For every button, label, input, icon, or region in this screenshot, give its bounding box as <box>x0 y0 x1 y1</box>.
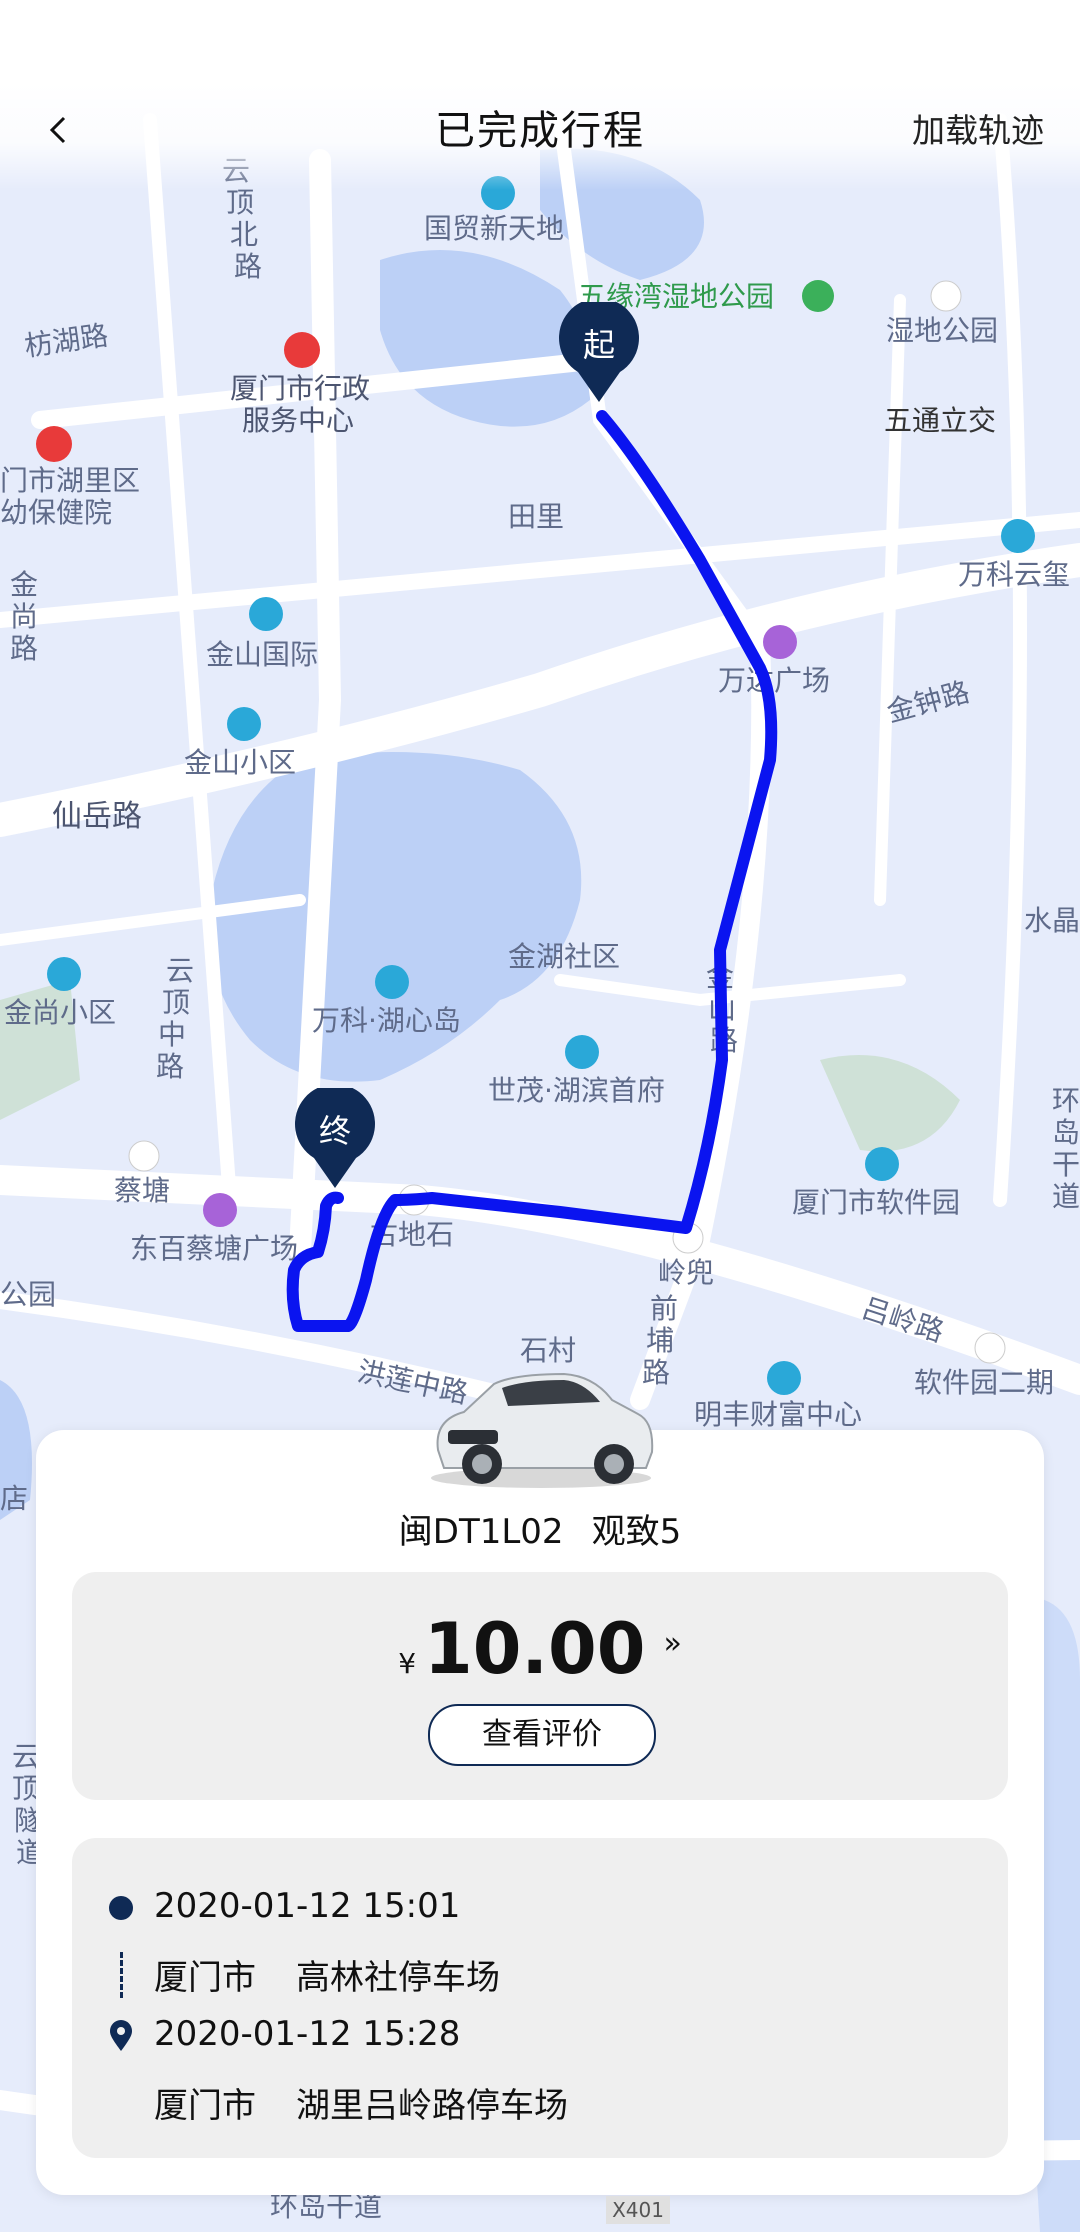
end-time: 2020-01-12 15:28 <box>154 2014 461 2054</box>
poi-building-icon <box>865 1147 899 1181</box>
poi-building-icon <box>565 1035 599 1069</box>
map-label: 金山小区 <box>184 746 296 779</box>
start-place: 高林社停车场 <box>296 1958 500 1998</box>
poi-star-icon <box>284 332 320 368</box>
start-time: 2020-01-12 15:01 <box>154 1886 461 1926</box>
road-badge: X401 <box>606 2196 670 2224</box>
map-label: 服务中心 <box>242 404 354 437</box>
map-label: 五通立交 <box>884 404 996 437</box>
map-label: 幼保健院 <box>0 496 112 529</box>
poi-building-icon <box>1001 519 1035 553</box>
poi-metro-icon <box>128 1140 160 1172</box>
fare-amount: 10.00 <box>424 1608 646 1690</box>
map-label: 门市湖里区 <box>0 464 140 497</box>
end-place: 湖里吕岭路停车场 <box>296 2086 568 2126</box>
poi-hospital-icon <box>36 426 72 462</box>
poi-building-icon <box>767 1361 801 1395</box>
map-label: 公园 <box>0 1278 56 1311</box>
map-label: 东百蔡塘广场 <box>130 1232 298 1265</box>
map-label: 万达广场 <box>718 664 830 697</box>
map-label: 软件园二期 <box>914 1366 1054 1399</box>
end-location: 厦门市 湖里吕岭路停车场 <box>154 2078 568 2127</box>
end-city: 厦门市 <box>154 2086 256 2126</box>
currency-symbol: ¥ <box>398 1647 417 1680</box>
poi-building-icon <box>47 957 81 991</box>
map-label: 世茂·湖滨首府 <box>488 1074 665 1107</box>
route-dash-icon <box>120 1952 123 1998</box>
poi-shop-icon <box>763 625 797 659</box>
poi-building-icon <box>375 965 409 999</box>
vehicle-info: 闽DT1L02 观致5 <box>0 1504 1080 1553</box>
start-dot-icon <box>109 1896 133 1920</box>
end-marker-label: 终 <box>318 1112 351 1150</box>
end-marker: 终 <box>292 1083 378 1192</box>
start-city: 厦门市 <box>154 1958 256 1998</box>
map-label: 湿地公园 <box>886 314 998 347</box>
map-label: 国贸新天地 <box>424 212 564 245</box>
car-image <box>431 1372 654 1488</box>
double-chevron-right-icon: » <box>663 1626 682 1661</box>
map-label: 岭兜 <box>658 1256 714 1289</box>
view-review-button[interactable]: 查看评价 <box>428 1704 656 1766</box>
vehicle-model: 观致5 <box>591 1512 682 1552</box>
poi-building-icon <box>249 597 283 631</box>
location-pin-icon <box>110 2020 132 2051</box>
poi-building-icon <box>227 707 261 741</box>
map-label: 金湖社区 <box>508 940 620 973</box>
map-label: 田里 <box>508 500 564 533</box>
map-label: 明丰财富中心 <box>694 1398 862 1431</box>
start-marker: 起 <box>556 297 642 406</box>
map-label: 仙岳路 <box>52 799 142 834</box>
poi-metro-icon <box>930 280 962 312</box>
poi-shop-icon <box>203 1193 237 1227</box>
vehicle-plate: 闽DT1L02 <box>398 1512 564 1552</box>
start-marker-label: 起 <box>582 326 615 364</box>
map-label: 万科·湖心岛 <box>312 1004 461 1037</box>
map-label: 水晶 <box>1024 904 1080 937</box>
start-location: 厦门市 高林社停车场 <box>154 1950 500 1999</box>
map-label: 金尚路 <box>10 568 38 665</box>
map-label: 万科云玺 <box>958 558 1070 591</box>
fare-amount-row[interactable]: ¥10.00 » <box>0 1608 1080 1690</box>
poi-park-icon <box>802 280 834 312</box>
poi-metro-icon <box>974 1332 1006 1364</box>
map-label: 金山国际 <box>206 638 318 671</box>
map-label: 蔡塘 <box>114 1174 170 1207</box>
map-label: 厦门市软件园 <box>792 1186 960 1219</box>
load-track-button[interactable]: 加载轨迹 <box>912 104 1044 152</box>
map-label: 厦门市行政 <box>230 372 370 405</box>
map-label: 金尚小区 <box>4 996 116 1029</box>
map-label: 环岛干道 <box>1052 1084 1080 1213</box>
